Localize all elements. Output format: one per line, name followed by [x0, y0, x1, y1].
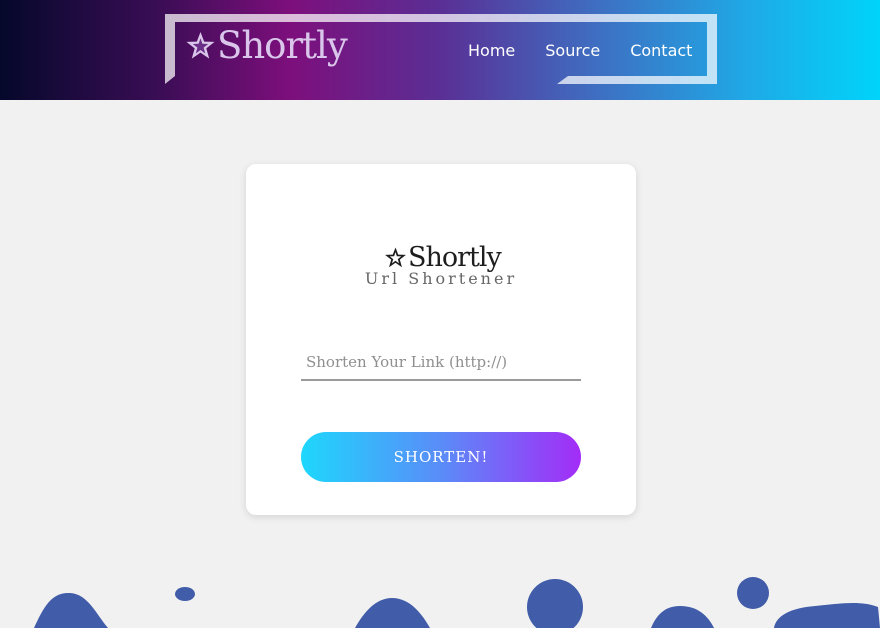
main-nav: Home Source Contact: [468, 41, 692, 61]
blob-small-dot: [175, 587, 195, 601]
blob-center-right: [651, 606, 714, 628]
nav-link-home[interactable]: Home: [468, 41, 515, 61]
nav-link-contact[interactable]: Contact: [630, 41, 692, 61]
app-subtitle: Url Shortener: [364, 269, 518, 288]
blob-center-circle: [527, 579, 583, 628]
brand-logo[interactable]: Shortly: [185, 22, 348, 68]
blob-right-circle: [737, 577, 769, 609]
star-icon: [385, 246, 406, 267]
shorten-button[interactable]: SHORTEN!: [301, 432, 581, 482]
brand-name: Shortly: [217, 23, 348, 67]
shortener-card: Shortly Url Shortener SHORTEN!: [246, 164, 636, 515]
card-logo-text: Shortly: [408, 241, 502, 273]
blob-center-left: [355, 598, 430, 628]
star-icon: [186, 31, 215, 59]
blob-left: [34, 592, 108, 628]
blob-right: [774, 603, 880, 628]
top-navbar: Shortly Home Source Contact: [0, 0, 880, 100]
decorative-blobs: [34, 577, 880, 628]
nav-link-source[interactable]: Source: [545, 41, 600, 61]
url-input[interactable]: [301, 344, 581, 381]
